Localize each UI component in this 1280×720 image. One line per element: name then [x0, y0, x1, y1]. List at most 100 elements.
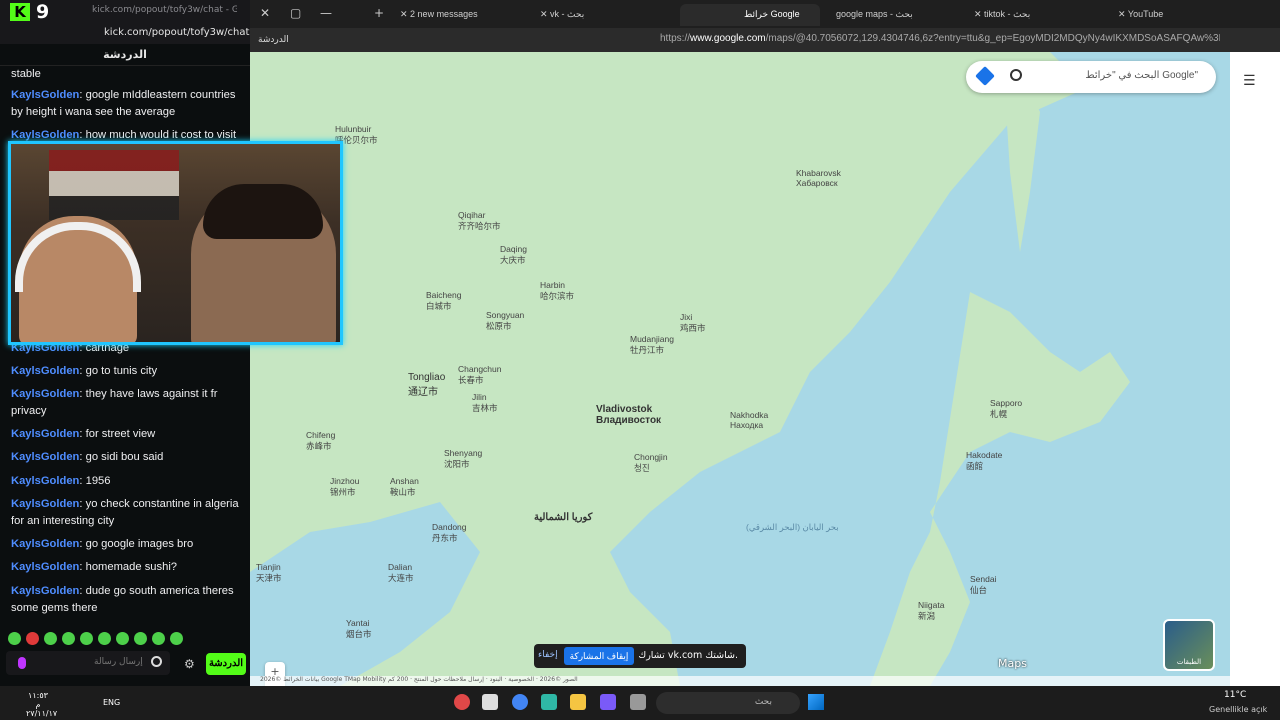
- stop-sharing-button[interactable]: إيقاف المشاركة: [564, 647, 634, 665]
- map-place-label[interactable]: Yantai 烟台市: [346, 618, 372, 640]
- map-place-label[interactable]: Changchun 长春市: [458, 364, 501, 386]
- chat-message-input[interactable]: إرسال رسالة: [6, 651, 170, 675]
- map-place-label[interactable]: Khabarovsk Хабаровск: [796, 168, 841, 188]
- map-place-label[interactable]: Jilin 吉林市: [472, 392, 498, 414]
- map-place-label[interactable]: Dandong 丹东市: [432, 522, 467, 544]
- map-place-label[interactable]: Daqing 大庆市: [500, 244, 527, 266]
- emote-icon[interactable]: [98, 632, 111, 645]
- close-icon[interactable]: ✕: [260, 6, 270, 20]
- microphone-icon[interactable]: [18, 657, 26, 669]
- weather-desc: Genellikle açık: [1209, 705, 1268, 714]
- emote-icon[interactable]: [170, 632, 183, 645]
- maps-search-box[interactable]: البحث في "خرائط Google": [966, 61, 1216, 93]
- map-place-label[interactable]: Dalian 大连市: [388, 562, 414, 584]
- map-place-label[interactable]: Tianjin 天津市: [256, 562, 282, 584]
- tab-google-maps-search[interactable]: google maps - بحث: [836, 4, 976, 26]
- emote-icon[interactable]: [44, 632, 57, 645]
- directions-icon[interactable]: [975, 66, 995, 86]
- tab-vk[interactable]: ✕ vk - بحث: [540, 4, 680, 26]
- map-place-label[interactable]: Chongjin 청진: [634, 452, 668, 474]
- map-place-label[interactable]: Anshan 鞍山市: [390, 476, 419, 498]
- layers-button[interactable]: الطبقات: [1163, 619, 1215, 671]
- chat-header: الدردشة: [0, 44, 250, 66]
- chat-username[interactable]: KaylsGolden: [11, 428, 79, 440]
- search-placeholder: البحث في "خرائط Google": [1085, 70, 1198, 81]
- tab-messages[interactable]: ✕ 2 new messages: [400, 4, 530, 26]
- chat-message: KaylsGolden: for street view: [11, 428, 156, 440]
- chat-send-button[interactable]: الدردشة: [206, 653, 246, 675]
- tab-tiktok[interactable]: ✕ tiktok - بحث: [974, 4, 1104, 26]
- share-hide-link[interactable]: إخفاء: [538, 650, 558, 660]
- app-icon[interactable]: [630, 694, 646, 710]
- map-place-label[interactable]: Hakodate 函館: [966, 450, 1002, 472]
- profile-label[interactable]: الدردشة: [258, 35, 289, 45]
- emote-icon[interactable]: [80, 632, 93, 645]
- chat-message: KaylsGolden: go sidi bou said: [11, 451, 164, 463]
- map-place-label[interactable]: Vladivostok Владивосток: [596, 404, 661, 426]
- edge-icon[interactable]: [541, 694, 557, 710]
- emote-icon[interactable]: [134, 632, 147, 645]
- chrome-icon[interactable]: [512, 694, 528, 710]
- map-place-label[interactable]: Tongliao 通辽市: [408, 372, 445, 398]
- minimize-icon[interactable]: —: [320, 6, 332, 20]
- map-place-label[interactable]: Qiqihar 齐齐哈尔市: [458, 210, 501, 232]
- map-place-label[interactable]: Sendai 仙台: [970, 574, 996, 596]
- map-place-label[interactable]: Niigata 新潟: [918, 600, 944, 622]
- chat-username[interactable]: KaylsGolden: [11, 561, 79, 573]
- chat-username[interactable]: KaylsGolden: [11, 585, 79, 597]
- app-icon[interactable]: [600, 694, 616, 710]
- map-place-label[interactable]: Mudanjiang 牡丹江市: [630, 334, 674, 356]
- chat-message: KaylsGolden: 1956: [11, 475, 111, 487]
- search-icon[interactable]: [1010, 69, 1022, 81]
- viewer-count: 9: [36, 1, 50, 23]
- url-field[interactable]: https://www.google.com/maps/@40.7056072,…: [660, 33, 1220, 44]
- map-canvas[interactable]: Hulunbuir 呼伦贝尔市 Qiqihar 齐齐哈尔市 Daqing 大庆市 Ha…: [250, 52, 1230, 686]
- tab-google-maps[interactable]: خرائط Google: [680, 4, 820, 26]
- chat-username[interactable]: KaylsGolden: [11, 498, 79, 510]
- emote-bar: [8, 630, 248, 645]
- map-place-label[interactable]: Shenyang 沈阳市: [444, 448, 482, 470]
- webcam-overlay: [8, 141, 343, 345]
- chat-username[interactable]: KaylsGolden: [11, 388, 79, 400]
- chat-message: KaylsGolden: they have laws against it f…: [11, 388, 218, 417]
- app-icon[interactable]: [454, 694, 470, 710]
- chat-url[interactable]: kick.com/popout/tofy3w/chat: [104, 27, 249, 38]
- new-tab-icon[interactable]: +: [374, 6, 384, 20]
- windows-start-icon[interactable]: [808, 694, 824, 710]
- map-place-label[interactable]: Baicheng 白城市: [426, 290, 461, 312]
- map-place-label[interactable]: Songyuan 松原市: [486, 310, 524, 332]
- emote-icon[interactable]: [62, 632, 75, 645]
- weather-temp[interactable]: 11°C: [1224, 690, 1246, 700]
- chat-username[interactable]: KaylsGolden: [11, 129, 79, 141]
- emote-icon[interactable]: [152, 632, 165, 645]
- chat-username[interactable]: KaylsGolden: [11, 451, 79, 463]
- restore-icon[interactable]: ▢: [290, 6, 301, 20]
- emote-icon[interactable]: [26, 632, 39, 645]
- tab-youtube[interactable]: ✕ YouTube: [1118, 4, 1248, 26]
- chat-username[interactable]: KaylsGolden: [11, 538, 79, 550]
- clock[interactable]: ١١:٥٣ م ٢٧/١١/١٧: [26, 691, 57, 718]
- gear-icon[interactable]: ⚙: [184, 657, 195, 671]
- map-place-label[interactable]: Chifeng 赤峰市: [306, 430, 335, 452]
- map-place-label[interactable]: Sapporo 札幌: [990, 398, 1022, 420]
- taskbar-search[interactable]: بحث: [656, 692, 800, 714]
- map-place-label[interactable]: Jinzhou 锦州市: [330, 476, 359, 498]
- chat-titlebar: K 9 kick.com/popout/tofy3w/chat - Google…: [0, 0, 250, 24]
- folder-icon[interactable]: [570, 694, 586, 710]
- chat-username[interactable]: KaylsGolden: [11, 89, 79, 101]
- map-place-label[interactable]: Jixi 鸡西市: [680, 312, 706, 334]
- map-country-label[interactable]: كوريا الشمالية: [534, 512, 592, 523]
- chat-username[interactable]: KaylsGolden: [11, 365, 79, 377]
- chat-username[interactable]: KaylsGolden: [11, 475, 79, 487]
- menu-icon[interactable]: ☰: [1243, 73, 1256, 89]
- chat-message: KaylsGolden: go to tunis city: [11, 365, 158, 377]
- emoji-icon[interactable]: [151, 656, 162, 667]
- emote-icon[interactable]: [116, 632, 129, 645]
- app-icon[interactable]: [482, 694, 498, 710]
- language-indicator[interactable]: ENG: [103, 698, 120, 707]
- emote-icon[interactable]: [8, 632, 21, 645]
- map-sea: [250, 52, 1230, 686]
- map-place-label[interactable]: Harbin 哈尔滨市: [540, 280, 574, 302]
- chat-message: KaylsGolden: yo check constantine in alg…: [11, 498, 239, 527]
- map-place-label[interactable]: Nakhodka Находка: [730, 410, 768, 430]
